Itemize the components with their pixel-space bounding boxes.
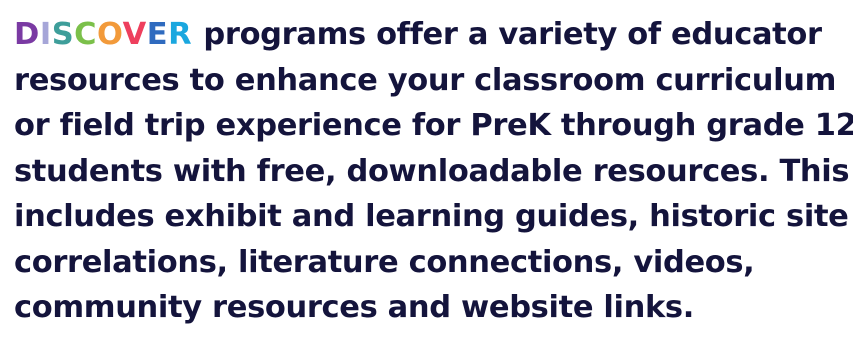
wordmark-letter-o: O [97,17,123,52]
intro-line-5: includes exhibit and learning guides, hi… [14,199,849,234]
intro-line-4: students with free, downloadable resourc… [14,153,850,189]
intro-line-6: correlations, literature connections, vi… [14,244,755,280]
discover-intro-paragraph: DISCOVER programs offer a variety of edu… [14,12,853,331]
wordmark-letter-r: R [168,17,193,52]
wordmark-letter-v: V [122,17,147,52]
wordmark-letter-e: E [146,17,169,52]
wordmark-letter-c: C [74,17,98,52]
discover-intro-page: DISCOVER programs offer a variety of edu… [0,0,853,339]
wordmark-letter-i: I [39,17,52,52]
intro-line-2: resources to enhance your classroom curr… [14,62,837,98]
wordmark-letter-d: D [14,17,40,52]
intro-line-3: or field trip experience for PreK throug… [14,108,853,143]
wordmark-letter-s: S [51,17,75,52]
intro-line-1-text: programs offer a variety of educator [203,17,822,52]
intro-line-7: community resources and website links. [14,290,694,325]
discover-wordmark: DISCOVER [14,12,192,58]
intro-line-1: DISCOVER programs offer a variety of edu… [14,12,841,58]
